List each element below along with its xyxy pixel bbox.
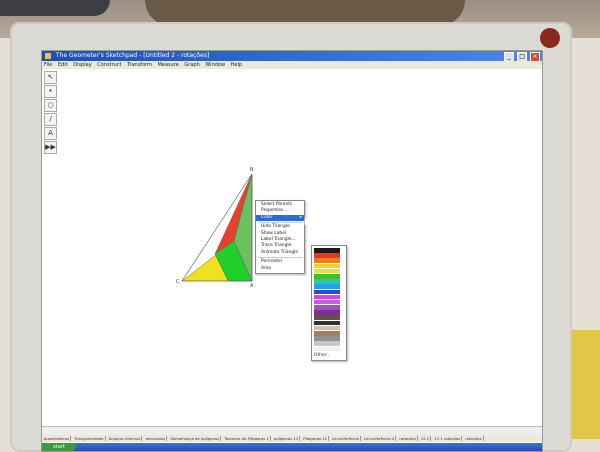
menu-transform[interactable]: Transform bbox=[127, 62, 152, 68]
menu-edit[interactable]: Edit bbox=[58, 62, 68, 68]
color-swatch[interactable] bbox=[314, 273, 340, 279]
menu-item-animate-triangle[interactable]: Animate Triangle bbox=[256, 250, 304, 256]
color-swatch[interactable] bbox=[314, 299, 340, 305]
menu-graph[interactable]: Graph bbox=[184, 62, 199, 68]
menu-item-color-label: Color bbox=[261, 214, 273, 220]
title-bar[interactable]: The Geometer's Sketchpad - [Untitled 2 -… bbox=[42, 51, 542, 62]
color-swatch[interactable] bbox=[314, 341, 340, 346]
horizontal-scrollbar[interactable] bbox=[42, 426, 542, 435]
color-swatch[interactable] bbox=[314, 336, 340, 341]
taskbar: start bbox=[42, 443, 542, 451]
color-swatch[interactable] bbox=[314, 294, 340, 300]
color-swatch[interactable] bbox=[314, 253, 340, 258]
screen: The Geometer's Sketchpad - [Untitled 2 -… bbox=[41, 50, 543, 452]
window-title: The Geometer's Sketchpad - [Untitled 2 -… bbox=[55, 52, 210, 59]
color-swatch[interactable] bbox=[314, 289, 340, 295]
color-swatch[interactable] bbox=[314, 284, 340, 289]
menu-file[interactable]: File bbox=[44, 62, 52, 68]
color-swatch[interactable] bbox=[314, 320, 340, 326]
menu-separator bbox=[258, 257, 302, 259]
straightedge-tool-icon[interactable]: / bbox=[44, 113, 57, 126]
swatch-list bbox=[314, 248, 344, 352]
color-swatch[interactable] bbox=[314, 268, 340, 274]
custom-tool-icon[interactable]: ▶▶ bbox=[44, 141, 57, 154]
point-label-b: B bbox=[250, 167, 254, 173]
color-swatch[interactable] bbox=[314, 310, 340, 315]
menu-item-area[interactable]: Area bbox=[256, 266, 304, 272]
menu-help[interactable]: Help bbox=[231, 62, 242, 68]
color-swatch[interactable] bbox=[314, 263, 340, 269]
point-tool-icon[interactable]: • bbox=[44, 85, 57, 98]
color-swatch[interactable] bbox=[314, 346, 340, 352]
menu-construct[interactable]: Construct bbox=[97, 62, 121, 68]
desk-object-dark bbox=[0, 0, 110, 16]
menu-item-color[interactable]: Color ▸ bbox=[256, 214, 304, 222]
compass-tool-icon[interactable]: ○ bbox=[44, 99, 57, 112]
menu-bar: File Edit Display Construct Transform Me… bbox=[42, 61, 542, 69]
color-palette: Other... bbox=[311, 245, 347, 362]
text-tool-icon[interactable]: A bbox=[44, 127, 57, 140]
point-label-c: C bbox=[176, 279, 180, 285]
arrow-tool-icon[interactable]: ↖ bbox=[44, 71, 57, 84]
monitor-bezel: The Geometer's Sketchpad - [Untitled 2 -… bbox=[10, 22, 572, 452]
color-swatch[interactable] bbox=[314, 325, 340, 331]
monitor-badge-icon bbox=[540, 28, 560, 48]
color-swatch[interactable] bbox=[314, 305, 340, 310]
menu-display[interactable]: Display bbox=[73, 62, 91, 68]
app-icon bbox=[45, 52, 51, 59]
color-swatch[interactable] bbox=[314, 279, 340, 284]
color-swatch[interactable] bbox=[314, 258, 340, 263]
start-button[interactable]: start bbox=[42, 443, 76, 451]
sketch-canvas[interactable]: B C A Select Parents Properties... Color… bbox=[58, 71, 542, 421]
palette-other-option[interactable]: Other... bbox=[314, 353, 344, 358]
color-swatch[interactable] bbox=[314, 315, 340, 321]
menu-window[interactable]: Window bbox=[205, 62, 225, 68]
context-menu: Select Parents Properties... Color ▸ Hide… bbox=[255, 200, 305, 274]
toolbox: ↖ • ○ / A ▶▶ bbox=[44, 71, 57, 155]
color-swatch[interactable] bbox=[314, 331, 340, 336]
menu-measure[interactable]: Measure bbox=[158, 62, 179, 68]
color-swatch[interactable] bbox=[314, 248, 340, 253]
point-label-a: A bbox=[250, 283, 254, 289]
